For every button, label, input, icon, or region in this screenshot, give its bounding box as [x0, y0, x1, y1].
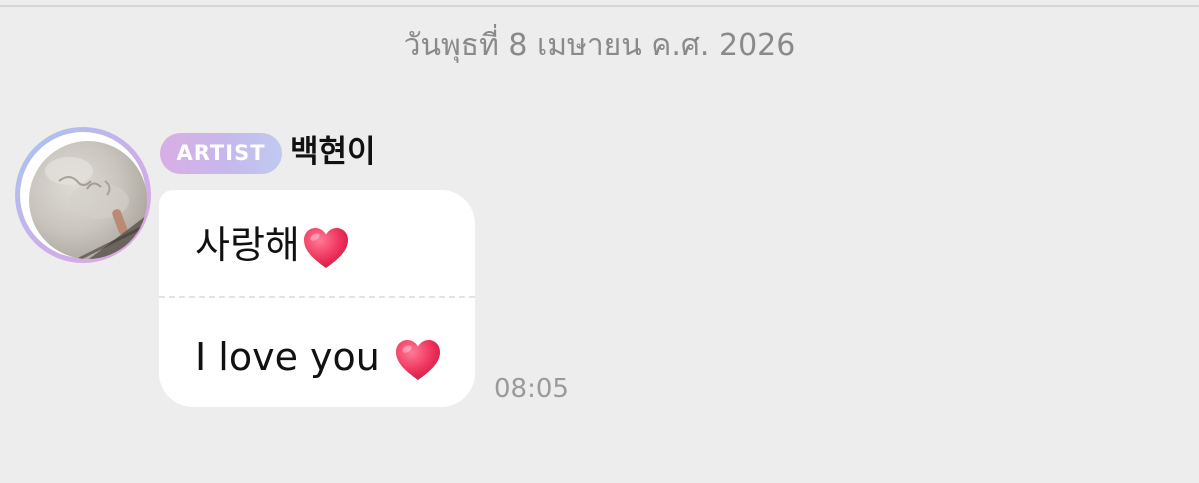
avatar-photo-art [45, 157, 147, 259]
message-text-korean: 사랑해 [195, 223, 300, 267]
avatar-border [20, 132, 147, 259]
date-separator: วันพุธที่ 8 เมษายน ค.ศ. 2026 [403, 28, 796, 63]
message-line-english: I love you [195, 332, 442, 382]
sender-name[interactable]: 백현이 [290, 132, 376, 172]
artist-badge: ARTIST [160, 133, 282, 174]
avatar-photo [29, 141, 147, 259]
message-timestamp: 08:05 [494, 374, 569, 404]
top-divider [0, 5, 1199, 7]
bubble-divider [159, 296, 475, 298]
avatar[interactable] [15, 127, 151, 263]
message-text-english: I love you [195, 335, 392, 379]
heart-icon [302, 226, 350, 270]
heart-icon [394, 338, 442, 382]
message-line-korean: 사랑해 [195, 220, 350, 270]
message-bubble[interactable]: 사랑해 I love you [159, 190, 475, 407]
